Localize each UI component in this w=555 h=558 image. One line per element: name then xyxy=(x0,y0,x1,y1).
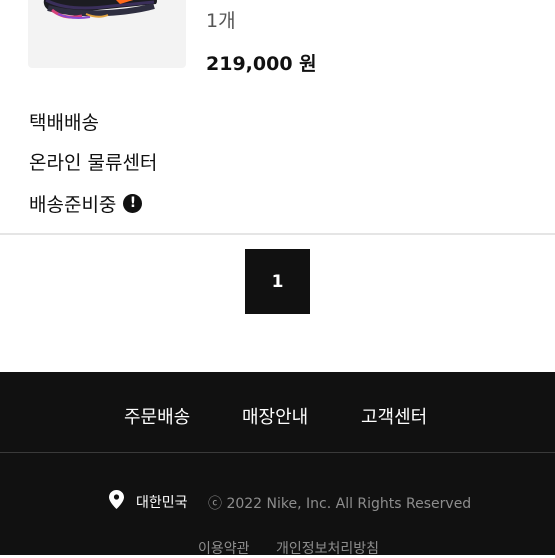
site-footer: 주문배송 매장안내 고객센터 대한민국 ⓒ 2022 Nike, Inc. Al… xyxy=(0,372,555,558)
product-thumbnail[interactable] xyxy=(28,0,186,68)
privacy-policy-link[interactable]: 개인정보처리방침 xyxy=(276,538,379,558)
shipping-method: 택배배송 xyxy=(29,112,99,134)
map-pin-icon[interactable] xyxy=(109,490,124,513)
exclamation-icon[interactable]: ! xyxy=(123,194,143,213)
footer-divider xyxy=(0,452,555,453)
shipping-status: 배송준비중 ! xyxy=(29,190,143,217)
shipping-status-label: 배송준비중 xyxy=(29,194,117,216)
pagination-page-button[interactable]: 1 xyxy=(245,249,310,314)
copyright-text: ⓒ 2022 Nike, Inc. All Rights Reserved xyxy=(208,496,472,512)
sneaker-image xyxy=(43,0,157,19)
item-price: 219,000 원 xyxy=(206,53,317,75)
terms-link[interactable]: 이용약관 xyxy=(198,538,250,558)
country-selector[interactable]: 대한민국 xyxy=(136,492,188,512)
footer-link-orders[interactable]: 주문배송 xyxy=(124,403,190,429)
item-quantity: 1개 xyxy=(206,10,236,32)
footer-link-stores[interactable]: 매장안내 xyxy=(242,403,308,429)
footer-link-support[interactable]: 고객센터 xyxy=(361,403,427,429)
fulfillment-center: 온라인 물류센터 xyxy=(29,152,158,174)
section-divider xyxy=(0,233,555,235)
